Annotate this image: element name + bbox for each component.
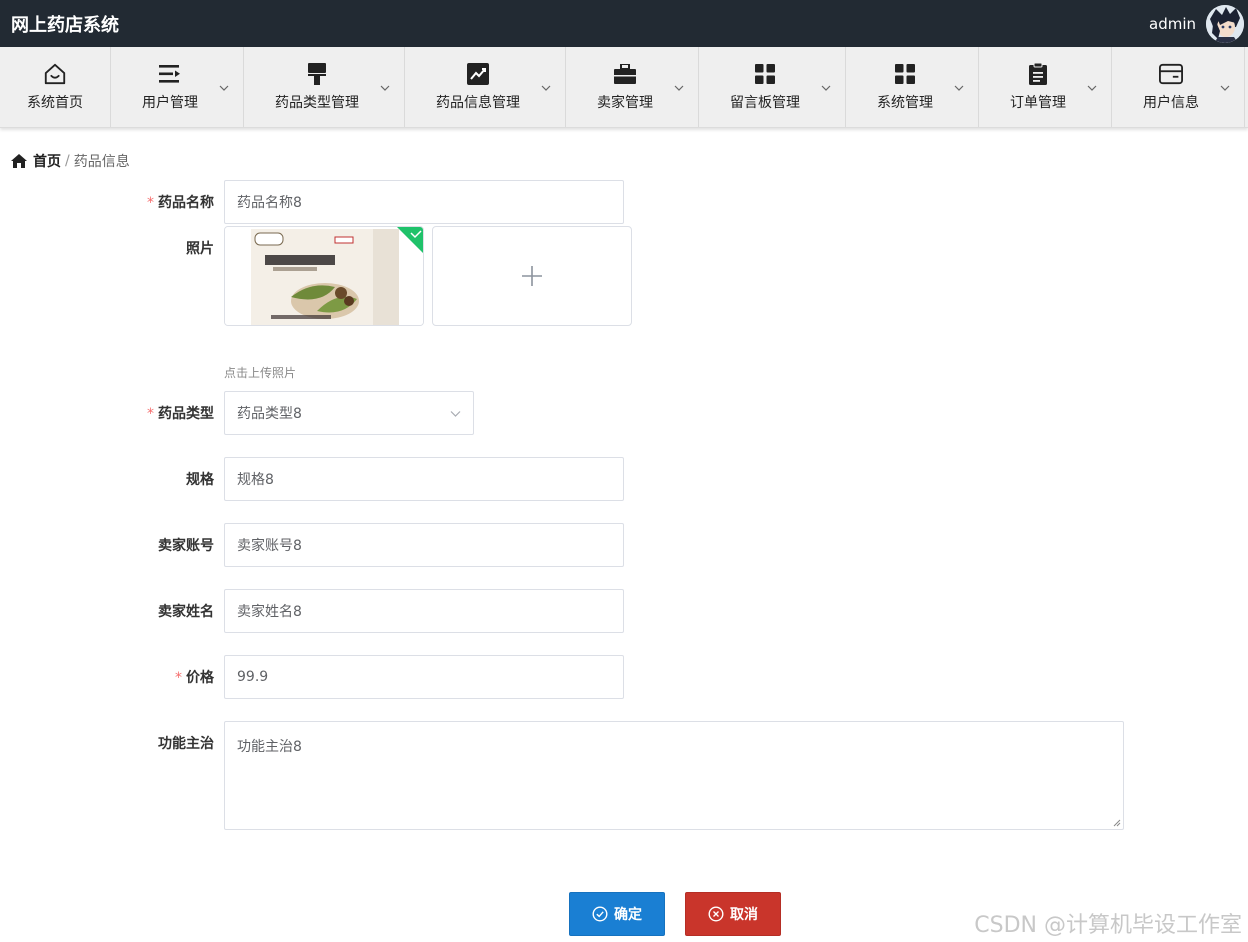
user-name[interactable]: admin	[1149, 15, 1196, 33]
plus-icon	[522, 266, 542, 286]
required-mark: *	[147, 195, 154, 211]
grid-icon	[753, 62, 777, 86]
chevron-down-icon	[674, 85, 684, 91]
nav-label: 订单管理	[1010, 95, 1066, 111]
spec-label: 规格	[186, 472, 214, 488]
home-icon	[11, 154, 27, 168]
avatar[interactable]	[1206, 4, 1244, 43]
top-bar: 网上药店系统 admin	[0, 0, 1248, 47]
function-text: 功能主治8	[237, 739, 302, 755]
chevron-down-icon	[219, 85, 229, 91]
nav-item-order-management[interactable]: 订单管理	[979, 47, 1112, 127]
photo-label: 照片	[186, 241, 214, 257]
required-mark: *	[175, 670, 182, 686]
breadcrumb-current: 药品信息	[73, 154, 130, 170]
home-icon	[43, 62, 67, 86]
nav-label: 系统管理	[877, 95, 933, 111]
seller-name-label: 卖家姓名	[158, 604, 214, 620]
confirm-label: 确定	[614, 907, 642, 923]
seller-account-label: 卖家账号	[158, 538, 214, 554]
nav-item-seller-management[interactable]: 卖家管理	[566, 47, 699, 127]
price-input[interactable]: 99.9	[224, 655, 624, 699]
check-circle-icon	[592, 906, 608, 922]
upload-tip: 点击上传照片	[224, 366, 297, 380]
watermark: CSDN @计算机毕设工作室	[974, 913, 1242, 938]
breadcrumb-separator: /	[65, 153, 70, 169]
clipboard-icon	[1026, 62, 1050, 86]
required-mark: *	[147, 406, 154, 422]
photo-upload-button[interactable]	[432, 226, 632, 326]
nav-label: 卖家管理	[597, 95, 653, 111]
cancel-button[interactable]: 取消	[685, 892, 781, 936]
nav-label: 系统首页	[27, 95, 83, 111]
drug-name-input[interactable]: 药品名称8	[224, 180, 624, 224]
close-circle-icon	[708, 906, 724, 922]
nav-label: 药品信息管理	[436, 95, 520, 111]
drug-name-label: * 药品名称	[147, 195, 214, 211]
seller-name-input[interactable]: 卖家姓名8	[224, 589, 624, 633]
price-label: * 价格	[175, 670, 214, 686]
drug-type-label: * 药品类型	[147, 406, 214, 422]
breadcrumb: 首页 / 药品信息	[11, 151, 130, 171]
nav-item-home[interactable]: 系统首页	[0, 47, 111, 127]
main-nav: 系统首页 用户管理 药品类型管理 药品信息管理 卖家管理 留言板管理 系统管理 …	[0, 47, 1248, 128]
list-icon	[158, 62, 182, 86]
nav-item-user-management[interactable]: 用户管理	[111, 47, 244, 127]
nav-label: 用户管理	[142, 95, 198, 111]
chevron-down-icon	[954, 85, 964, 91]
user-area[interactable]: admin	[1149, 0, 1248, 47]
grid-icon	[893, 62, 917, 86]
nav-item-message-board-management[interactable]: 留言板管理	[699, 47, 846, 127]
photo-thumbnail[interactable]	[224, 226, 424, 326]
app-title: 网上药店系统	[11, 14, 119, 36]
nav-item-system-management[interactable]: 系统管理	[846, 47, 979, 127]
card-icon	[1159, 62, 1183, 86]
chevron-down-icon	[1087, 85, 1097, 91]
function-textarea[interactable]: 功能主治8	[224, 721, 1124, 830]
drug-type-select[interactable]: 药品类型8	[224, 391, 474, 435]
nav-item-user-info[interactable]: 用户信息	[1112, 47, 1245, 127]
chevron-down-icon	[541, 85, 551, 91]
nav-item-drug-info-management[interactable]: 药品信息管理	[405, 47, 566, 127]
breadcrumb-home[interactable]: 首页	[33, 151, 61, 171]
cancel-label: 取消	[730, 907, 758, 923]
nav-label: 用户信息	[1143, 95, 1199, 111]
chevron-down-icon	[821, 85, 831, 91]
resize-handle-icon[interactable]	[1113, 819, 1121, 827]
seller-account-input[interactable]: 卖家账号8	[224, 523, 624, 567]
drug-box-image	[225, 227, 423, 325]
confirm-button[interactable]: 确定	[569, 892, 665, 936]
nav-item-drug-type-management[interactable]: 药品类型管理	[244, 47, 405, 127]
briefcase-icon	[613, 62, 637, 86]
function-label: 功能主治	[158, 736, 214, 752]
chevron-down-icon	[380, 85, 390, 91]
drug-type-value: 药品类型8	[237, 406, 302, 422]
chevron-down-icon	[1220, 85, 1230, 91]
chart-line-icon	[466, 62, 490, 86]
nav-label: 药品类型管理	[275, 95, 359, 111]
nav-label: 留言板管理	[730, 95, 800, 111]
chevron-down-icon	[450, 411, 461, 417]
paint-roller-icon	[305, 62, 329, 86]
spec-input[interactable]: 规格8	[224, 457, 624, 501]
